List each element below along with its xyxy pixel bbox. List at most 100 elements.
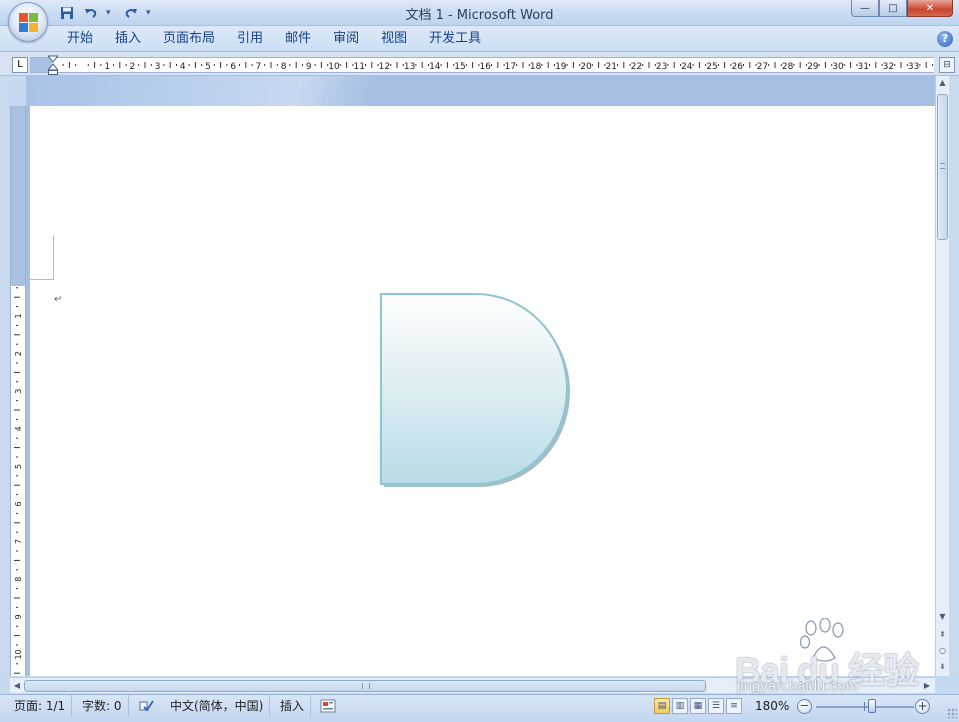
- ruler-number: 2: [130, 62, 136, 72]
- zoom-slider-thumb[interactable]: [868, 699, 876, 713]
- window-title: 文档 1 - Microsoft Word: [405, 8, 554, 23]
- ruler-number: 29: [807, 62, 819, 72]
- ruler-number: 3: [155, 62, 161, 72]
- vertical-ruler-number: 3: [14, 389, 23, 394]
- select-browse-object-icon[interactable]: ○: [936, 644, 949, 658]
- vertical-scrollbar[interactable]: ▲ ▼ ⇞ ○ ⇟: [935, 76, 949, 676]
- ruler-number: 11: [353, 62, 364, 72]
- office-logo-icon: [19, 13, 39, 33]
- margin-corner-mark: [30, 236, 54, 280]
- ruler-number: 34: [933, 62, 934, 72]
- print-layout-view-icon[interactable]: ▤: [654, 698, 670, 714]
- ruler-top-margin: [11, 106, 25, 286]
- language-indicator[interactable]: 中文(简体，中国): [164, 695, 271, 717]
- vertical-ruler-number: 7: [14, 539, 23, 544]
- ruler-number: 30: [832, 62, 844, 72]
- right-frame: [949, 76, 959, 676]
- ruler-number: 25: [706, 62, 717, 72]
- zoom-slider-track[interactable]: [816, 706, 914, 708]
- indent-marker-icon[interactable]: [48, 55, 58, 75]
- scroll-up-icon[interactable]: ▲: [936, 76, 949, 90]
- zoom-in-button[interactable]: +: [915, 699, 930, 714]
- ruler-number: 17: [505, 62, 516, 72]
- ruler-scale: 1 2 3 4 5 6 7 8 9 10 11 12 13 14 15 16 17 18 19 20 21 22 23 24 2…: [62, 62, 934, 72]
- close-button[interactable]: ✕: [907, 0, 953, 17]
- vertical-ruler-number: 5: [14, 464, 23, 469]
- proofing-icon[interactable]: [138, 699, 154, 713]
- tab-references[interactable]: 引用: [226, 26, 274, 52]
- tab-home[interactable]: 开始: [56, 26, 104, 52]
- ruler-number: 5: [205, 62, 211, 72]
- vertical-ruler-number: 8: [14, 577, 23, 582]
- horizontal-ruler[interactable]: 1 2 3 4 5 6 7 8 9 10 11 12 13 14 15 16 17 18 19 20 21 22 23 24 2…: [30, 57, 934, 73]
- vertical-ruler-number: 10: [14, 649, 23, 659]
- tab-view[interactable]: 视图: [370, 26, 418, 52]
- ruler-number: 15: [454, 62, 465, 72]
- horizontal-scrollbar[interactable]: ◀ ▶: [10, 677, 935, 693]
- zoom-out-button[interactable]: −: [797, 699, 812, 714]
- document-page[interactable]: ↵: [30, 106, 935, 676]
- ruler-number: 16: [479, 62, 491, 72]
- vertical-ruler-number: 1: [14, 313, 23, 318]
- ruler-number: 20: [580, 62, 592, 72]
- ruler-number: 14: [429, 62, 441, 72]
- ruler-number: 13: [404, 62, 415, 72]
- scroll-left-icon[interactable]: ◀: [10, 679, 24, 693]
- tab-review[interactable]: 审阅: [322, 26, 370, 52]
- vertical-ruler-number: 9: [14, 614, 23, 619]
- ruler-number: 24: [681, 62, 693, 72]
- previous-page-icon[interactable]: ⇞: [936, 628, 949, 642]
- outline-view-icon[interactable]: ☰: [708, 698, 724, 714]
- ruler-number: 18: [530, 62, 542, 72]
- view-switcher: ▤ ▥ ▦ ☰ ≡: [654, 698, 742, 714]
- ruler-row: L 1 2 3 4 5 6 7 8 9 10 11 12 13 14 15 16 17 18 19 20 21 22 23 2…: [0, 52, 959, 76]
- zoom-level[interactable]: 180%: [755, 695, 789, 717]
- status-bar: 页面: 1/1 字数: 0 中文(简体，中国) 插入 ▤ ▥ ▦ ☰ ≡ 180…: [0, 694, 959, 722]
- tab-page-layout[interactable]: 页面布局: [152, 26, 226, 52]
- draft-view-icon[interactable]: ≡: [726, 698, 742, 714]
- ribbon-tabs: 开始 插入 页面布局 引用 邮件 审阅 视图 开发工具: [56, 26, 492, 52]
- ruler-number: 23: [656, 62, 667, 72]
- vertical-ruler[interactable]: 432112345678910: [10, 106, 26, 676]
- title-bar: ▾ ▾ 文档 1 - Microsoft Word — □ ✕: [0, 0, 959, 42]
- ruler-number: 6: [230, 62, 236, 72]
- horizontal-scroll-thumb[interactable]: [24, 680, 706, 692]
- tab-mailings[interactable]: 邮件: [274, 26, 322, 52]
- scroll-down-icon[interactable]: ▼: [936, 610, 949, 624]
- tab-selector-button[interactable]: L: [12, 57, 28, 73]
- ruler-number: 32: [883, 62, 894, 72]
- ruler-number: 7: [256, 62, 262, 72]
- maximize-button[interactable]: □: [879, 0, 907, 17]
- view-ruler-icon[interactable]: ⊟: [939, 57, 955, 73]
- macro-record-icon[interactable]: [320, 699, 336, 713]
- page-gap-band: [26, 76, 935, 106]
- office-button[interactable]: [8, 2, 48, 42]
- resize-grip-icon[interactable]: [947, 708, 957, 718]
- ruler-number: 9: [306, 62, 312, 72]
- ruler-number: 4: [180, 62, 186, 72]
- scroll-right-icon[interactable]: ▶: [920, 679, 934, 693]
- ruler-number: 28: [782, 62, 794, 72]
- ruler-number: 22: [631, 62, 642, 72]
- tab-developer[interactable]: 开发工具: [418, 26, 492, 52]
- delay-shape[interactable]: [374, 287, 574, 487]
- vertical-scroll-thumb[interactable]: [937, 94, 948, 240]
- page-count[interactable]: 页面: 1/1: [8, 695, 73, 717]
- minimize-button[interactable]: —: [851, 0, 879, 17]
- tab-insert[interactable]: 插入: [104, 26, 152, 52]
- paragraph-mark: ↵: [54, 294, 63, 305]
- web-layout-icon[interactable]: ▦: [690, 698, 706, 714]
- help-icon[interactable]: ?: [937, 31, 953, 47]
- next-page-icon[interactable]: ⇟: [936, 660, 949, 674]
- ruler-number: 8: [281, 62, 287, 72]
- ruler-number: 27: [757, 62, 768, 72]
- word-count[interactable]: 字数: 0: [76, 695, 129, 717]
- full-screen-reading-icon[interactable]: ▥: [672, 698, 688, 714]
- insert-mode[interactable]: 插入: [274, 695, 312, 717]
- ruler-number: 10: [328, 62, 340, 72]
- ruler-number: 21: [605, 62, 616, 72]
- zoom-slider-center-mark: [864, 702, 865, 711]
- ruler-number: 19: [555, 62, 567, 72]
- vertical-ruler-number: 2: [14, 351, 23, 356]
- document-area: ↵: [26, 76, 935, 676]
